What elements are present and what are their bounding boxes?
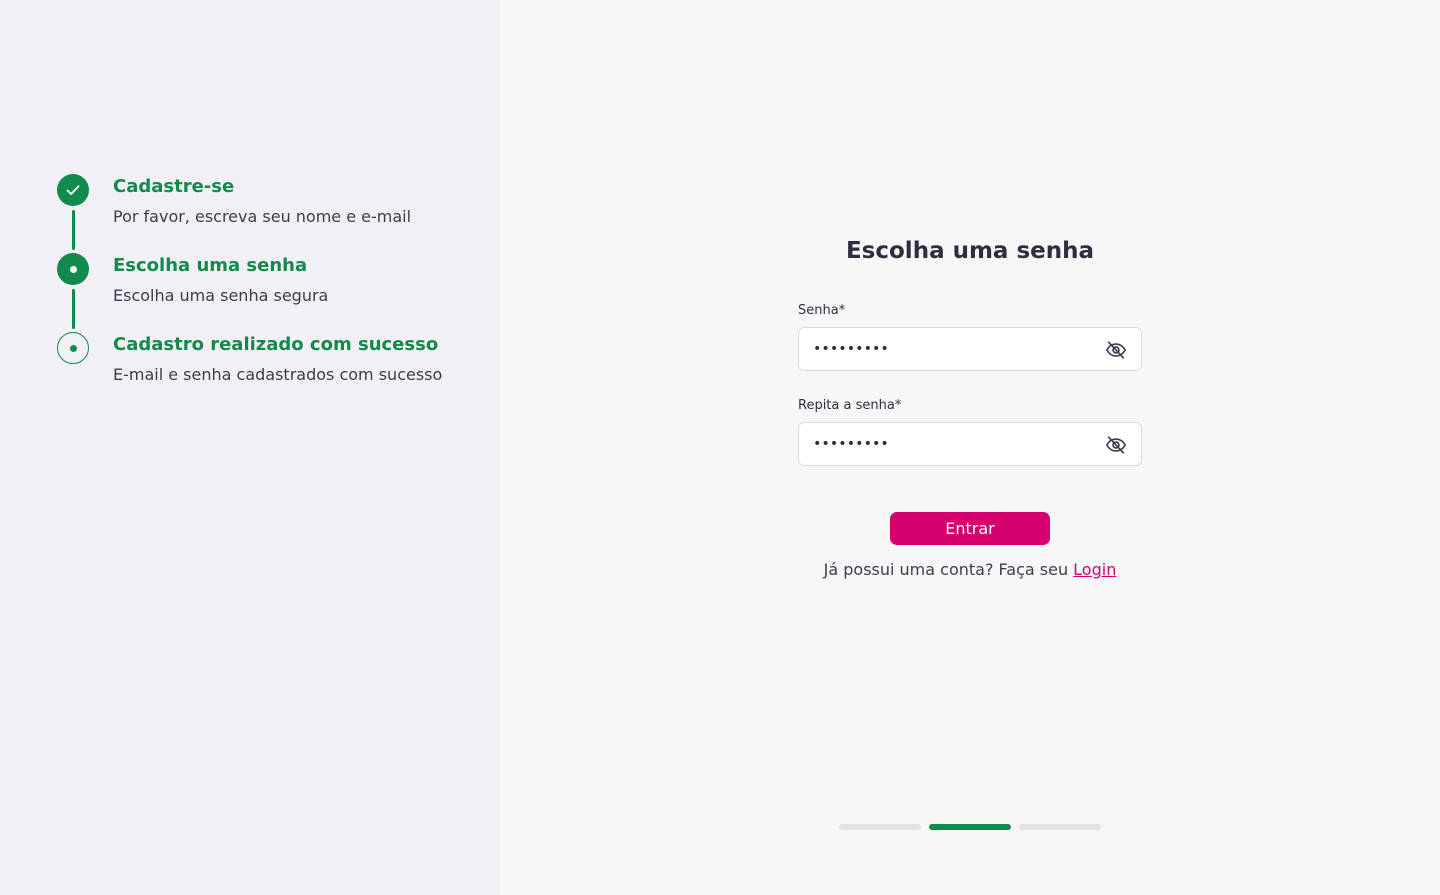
- step-title: Cadastro realizado com sucesso: [113, 334, 439, 355]
- step-description: E-mail e senha cadastrados com sucesso: [113, 365, 443, 384]
- step-done-icon: [57, 174, 89, 206]
- step-connector: [72, 289, 75, 329]
- password-input[interactable]: [813, 328, 1083, 370]
- step-progress-indicator: [839, 824, 1101, 830]
- toggle-password-visibility-button[interactable]: [1105, 339, 1127, 361]
- eye-off-icon: [1106, 341, 1126, 359]
- step-title: Cadastre-se: [113, 176, 235, 197]
- password-field: [798, 327, 1142, 371]
- eye-off-icon: [1106, 436, 1126, 454]
- login-prompt: Já possui uma conta? Faça seu Login: [798, 560, 1142, 579]
- dot-icon: [69, 344, 77, 352]
- login-link[interactable]: Login: [1073, 560, 1116, 579]
- step-title: Escolha uma senha: [113, 255, 308, 276]
- password-form: Escolha uma senha Senha* Repita a senha*…: [798, 236, 1142, 579]
- progress-segment-3: [1019, 824, 1101, 830]
- progress-segment-2: [929, 824, 1011, 830]
- step-connector: [72, 210, 75, 250]
- step-description: Por favor, escreva seu nome e e-mail: [113, 207, 412, 226]
- step-upcoming-icon: [57, 332, 89, 364]
- confirm-password-input[interactable]: [813, 423, 1083, 465]
- toggle-confirm-visibility-button[interactable]: [1105, 434, 1127, 456]
- password-label: Senha*: [798, 303, 846, 318]
- step-description: Escolha uma senha segura: [113, 286, 329, 305]
- confirm-password-label: Repita a senha*: [798, 398, 902, 413]
- submit-button[interactable]: Entrar: [890, 512, 1050, 545]
- progress-segment-1: [839, 824, 921, 830]
- form-title: Escolha uma senha: [845, 238, 1095, 264]
- check-icon: [66, 185, 80, 195]
- step-current-icon: [57, 253, 89, 285]
- confirm-password-field: [798, 422, 1142, 466]
- dot-icon: [69, 265, 77, 273]
- steps-sidebar: Cadastre-se Por favor, escreva seu nome …: [0, 0, 500, 895]
- login-prompt-text: Já possui uma conta? Faça seu: [823, 560, 1074, 579]
